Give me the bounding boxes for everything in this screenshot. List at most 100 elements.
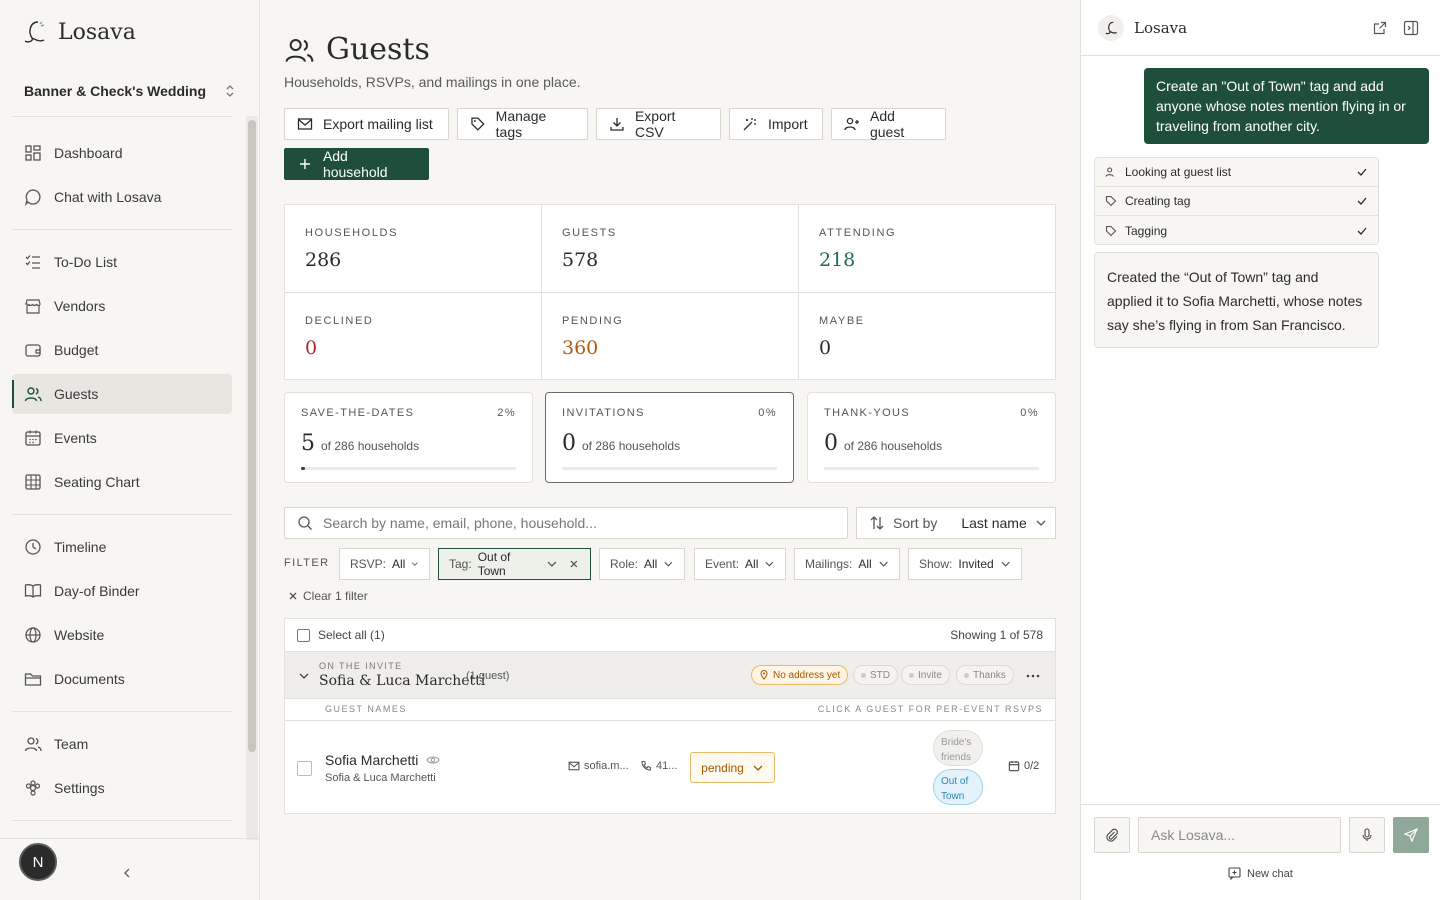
filter-show[interactable]: Show: Invited <box>908 548 1022 580</box>
filter-rsvp[interactable]: RSVP: All <box>339 548 430 580</box>
badge-label: Invite <box>918 669 942 681</box>
no-address-badge: No address yet <box>751 665 849 685</box>
filter-role[interactable]: Role: All <box>599 548 685 580</box>
sidebar-item-budget[interactable]: Budget <box>12 330 232 370</box>
user-avatar[interactable]: N <box>19 843 57 881</box>
guest-events[interactable]: 0/2 <box>1008 760 1039 772</box>
mailing-of: of 286 households <box>844 439 943 453</box>
sidebar-item-team[interactable]: Team <box>12 724 232 764</box>
step-label: Creating tag <box>1125 194 1191 208</box>
mailing-label: SAVE-THE-DATES <box>301 407 415 419</box>
new-chat-button[interactable]: New chat <box>1228 867 1293 880</box>
search-icon <box>298 516 312 530</box>
clear-filters-button[interactable]: Clear 1 filter <box>288 589 368 603</box>
select-all-checkbox[interactable] <box>297 628 310 642</box>
sidebar-item-label: Timeline <box>54 539 107 555</box>
click-hint: CLICK A GUEST FOR PER-EVENT RSVPS <box>817 704 1043 714</box>
sidebar-item-seating[interactable]: Seating Chart <box>12 462 232 502</box>
chat-input[interactable]: Ask Losava... <box>1138 817 1341 853</box>
external-link-icon[interactable] <box>1373 21 1387 35</box>
filter-value: All <box>858 557 872 571</box>
panel-toggle-icon[interactable] <box>1403 20 1419 36</box>
stat-label: ATTENDING <box>819 227 897 239</box>
add-guest-button[interactable]: Add guest <box>831 108 946 140</box>
chevron-down-icon <box>879 561 888 567</box>
mailing-progress <box>824 467 1039 470</box>
mailing-card-thank-yous[interactable]: THANK-YOUS 0% 0 of 286 households <box>807 392 1056 483</box>
app-logo[interactable]: Losava <box>20 18 136 46</box>
import-button[interactable]: Import <box>729 108 823 140</box>
sidebar-item-documents[interactable]: Documents <box>12 659 232 699</box>
new-chat-label: New chat <box>1247 867 1293 880</box>
sort-select[interactable]: Sort by Last name <box>856 507 1056 539</box>
users-icon <box>285 38 314 62</box>
eye-icon[interactable] <box>426 754 440 766</box>
phone-icon <box>641 761 651 771</box>
mailing-progress <box>301 467 516 470</box>
sidebar-item-binder[interactable]: Day-of Binder <box>12 571 232 611</box>
collapse-sidebar-button[interactable] <box>122 866 132 880</box>
chevron-down-icon[interactable] <box>298 670 310 682</box>
mailing-progress-fill <box>301 467 306 470</box>
sidebar-item-timeline[interactable]: Timeline <box>12 527 232 567</box>
manage-tags-button[interactable]: Manage tags <box>457 108 588 140</box>
chat-icon <box>24 189 41 206</box>
more-icon[interactable] <box>1026 669 1040 683</box>
send-icon <box>1404 828 1418 842</box>
sidebar-scrollbar-thumb[interactable] <box>248 120 256 752</box>
mailing-percent: 0% <box>758 407 777 419</box>
sidebar-item-todo[interactable]: To-Do List <box>12 242 232 282</box>
filter-value: Out of Town <box>477 550 511 578</box>
assistant-message: Created the “Out of Town” tag and applie… <box>1094 252 1379 348</box>
mailing-count: 5 <box>301 431 315 456</box>
mailing-label: THANK-YOUS <box>824 407 911 419</box>
mailing-badge-thanks: Thanks <box>956 665 1014 685</box>
send-button[interactable] <box>1393 817 1429 853</box>
chat-panel: Losava Create an "Out of Town" tag and a… <box>1080 0 1440 900</box>
stats-grid: HOUSEHOLDS 286 GUESTS 578 ATTENDING 218 … <box>284 204 1056 380</box>
mailing-progress <box>562 467 777 470</box>
wedding-selector[interactable]: Banner & Check's Wedding <box>24 80 236 102</box>
mail-icon <box>297 118 313 130</box>
guest-email[interactable]: sofia.m... <box>568 760 629 772</box>
sidebar-item-label: Website <box>54 627 105 643</box>
guest-checkbox[interactable] <box>297 761 312 776</box>
chevron-down-icon <box>1001 561 1010 567</box>
mailing-percent: 0% <box>1020 407 1039 419</box>
rsvp-status-select[interactable]: pending <box>690 752 775 783</box>
microphone-button[interactable] <box>1349 817 1385 853</box>
filter-event[interactable]: Event: All <box>694 548 786 580</box>
chevron-down-icon <box>1036 520 1046 526</box>
page-subtitle: Households, RSVPs, and mailings in one p… <box>284 74 581 90</box>
mailing-card-invitations[interactable]: INVITATIONS 0% 0 of 286 households <box>545 392 794 483</box>
guest-subheader: GUEST NAMES CLICK A GUEST FOR PER-EVENT … <box>285 699 1055 721</box>
step-item: Creating tag <box>1095 187 1378 216</box>
filter-tag[interactable]: Tag: Out of Town <box>438 548 591 580</box>
sidebar-item-guests[interactable]: Guests <box>12 374 232 414</box>
guest-row[interactable]: Sofia Marchetti Sofia & Luca Marchetti s… <box>285 722 1055 814</box>
mailing-card-save-the-dates[interactable]: SAVE-THE-DATES 2% 5 of 286 households <box>284 392 533 483</box>
close-icon <box>289 592 297 600</box>
export-mailing-button[interactable]: Export mailing list <box>284 108 449 140</box>
add-household-button[interactable]: Add household <box>284 148 429 180</box>
attach-button[interactable] <box>1094 817 1130 853</box>
divider <box>12 116 232 117</box>
export-csv-button[interactable]: Export CSV <box>596 108 721 140</box>
guest-phone[interactable]: 41... <box>640 760 677 772</box>
household-row[interactable]: ON THE INVITE Sofia & Luca Marchetti (1 … <box>285 651 1055 699</box>
sidebar-item-dashboard[interactable]: Dashboard <box>12 133 232 173</box>
step-item: Looking at guest list <box>1095 158 1378 187</box>
sidebar-item-chat[interactable]: Chat with Losava <box>12 177 232 217</box>
filter-mailings[interactable]: Mailings: All <box>794 548 900 580</box>
tag-icon <box>1105 225 1117 236</box>
sidebar-item-events[interactable]: Events <box>12 418 232 458</box>
search-input[interactable]: Search by name, email, phone, household.… <box>284 507 848 539</box>
download-icon <box>610 118 624 131</box>
sidebar-item-vendors[interactable]: Vendors <box>12 286 232 326</box>
sidebar-item-website[interactable]: Website <box>12 615 232 655</box>
divider <box>12 711 232 712</box>
select-all[interactable]: Select all (1) <box>297 628 385 642</box>
sidebar-item-settings[interactable]: Settings <box>12 768 232 808</box>
store-icon <box>25 299 41 314</box>
close-icon[interactable] <box>568 558 580 570</box>
